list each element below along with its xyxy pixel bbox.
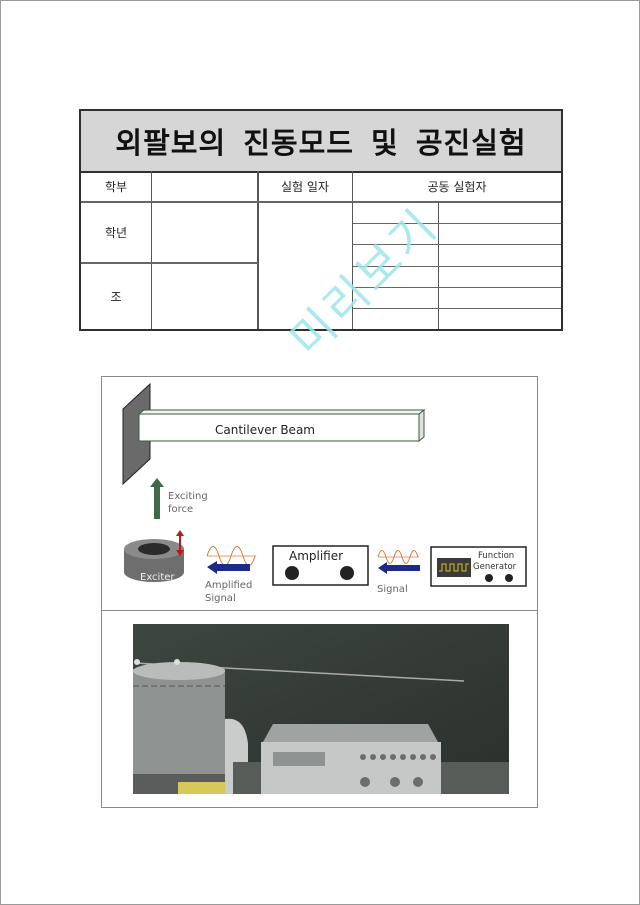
divider	[353, 287, 561, 288]
force-label-2: force	[168, 504, 193, 515]
figure-divider	[102, 610, 537, 611]
generator-label-2: Generator	[473, 562, 517, 572]
divider	[438, 201, 439, 329]
partners-label: 공동 실험자	[427, 179, 487, 194]
photo-illustration	[133, 624, 509, 794]
generator-knob-icon	[485, 574, 493, 582]
amplifier-knob-icon	[285, 566, 299, 580]
signal-label: Signal	[377, 584, 408, 595]
year-field[interactable]	[152, 203, 257, 262]
signal-arrow-icon	[378, 562, 420, 574]
beam-end	[418, 408, 425, 443]
amplifier-knob-icon	[340, 566, 354, 580]
force-arrow-icon	[150, 478, 164, 519]
date-label: 실험 일자	[281, 179, 329, 194]
amplified-label-1: Amplified	[205, 580, 252, 591]
generator-knob-icon	[505, 574, 513, 582]
dept-label: 학부	[104, 179, 128, 194]
setup-diagram: Cantilever Beam Exciting force Exciter A…	[122, 382, 527, 604]
exciter-label: Exciter	[140, 572, 175, 583]
document-title: 외팔보의 진동모드 및 공진실험	[115, 126, 527, 160]
generator-device-top	[263, 724, 438, 742]
force-label-1: Exciting	[168, 491, 208, 502]
date-field[interactable]	[258, 203, 352, 329]
title-row: 외팔보의 진동모드 및 공진실험	[81, 111, 561, 173]
dept-field[interactable]	[152, 171, 257, 201]
divider	[353, 308, 561, 309]
beam-top	[137, 409, 426, 415]
experiment-photo	[133, 624, 509, 794]
generator-label-1: Function	[478, 551, 514, 561]
divider	[353, 223, 561, 224]
amplified-label-2: Signal	[205, 593, 236, 604]
exciter-icon: Exciter	[124, 539, 184, 583]
divider	[353, 266, 561, 267]
beam-label: Cantilever Beam	[215, 423, 315, 437]
group-label: 조	[110, 290, 122, 304]
divider	[353, 244, 561, 245]
info-table: 외팔보의 진동모드 및 공진실험 학부 실험 일자 공동 실험자 학년 조	[79, 109, 563, 331]
generator-device	[261, 742, 441, 794]
experiment-figure: Cantilever Beam Exciting force Exciter A…	[101, 376, 538, 808]
amplifier-label: Amplifier	[289, 549, 343, 563]
year-label: 학년	[104, 226, 128, 240]
group-field[interactable]	[152, 264, 257, 329]
